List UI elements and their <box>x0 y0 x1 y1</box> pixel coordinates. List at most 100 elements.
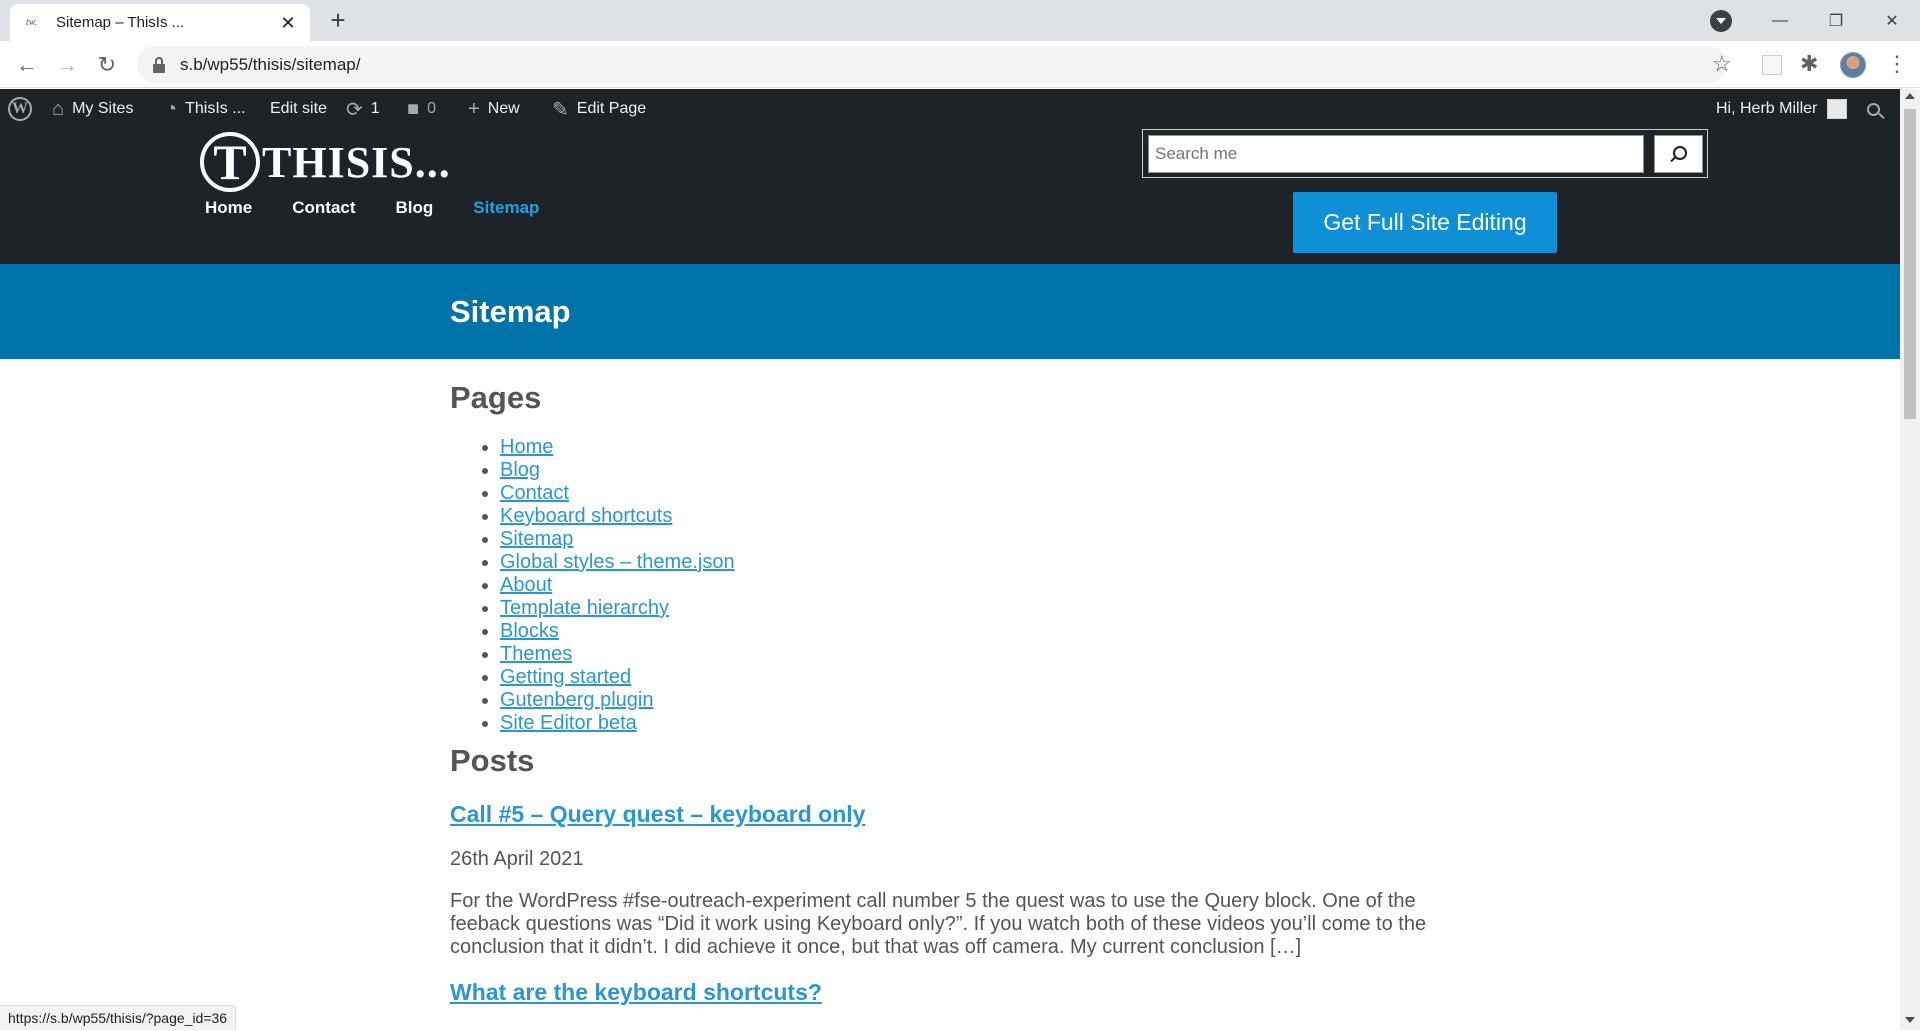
greeting-label: Hi, Herb Miller <box>1716 100 1818 117</box>
page-link[interactable]: Contact <box>500 482 569 504</box>
status-bar-url: https://s.b/wp55/thisis/?page_id=36 <box>0 1005 237 1030</box>
new-content-menu[interactable]: + New <box>468 89 520 129</box>
site-logo[interactable]: T THISIS... <box>200 132 451 192</box>
list-item: Themes <box>500 643 1430 666</box>
page-viewport: W ⌂ My Sites ◔ ThisIs ... Edit site ⟳ 1 … <box>0 89 1900 1030</box>
edit-page-label: Edit Page <box>576 100 647 117</box>
list-item: Blog <box>500 459 1430 482</box>
page-link[interactable]: Themes <box>500 643 572 665</box>
lock-icon[interactable] <box>152 56 166 73</box>
close-window-button[interactable]: ✕ <box>1864 0 1920 41</box>
page-link[interactable]: Site Editor beta <box>500 712 637 734</box>
tab-title: Sitemap – ThisIs ... <box>56 14 185 31</box>
plus-icon: + <box>468 97 480 120</box>
post-date: 26th April 2021 <box>450 848 584 870</box>
page-link[interactable]: Blog <box>500 459 540 481</box>
list-item: Template hierarchy <box>500 597 1430 620</box>
page-link[interactable]: Global styles – theme.json <box>500 551 735 573</box>
minimize-button[interactable]: — <box>1752 0 1808 41</box>
my-sites-icon: ⌂ <box>52 97 65 120</box>
browser-toolbar: ← → ↻ s.b/wp55/thisis/sitemap/ ☆ ✱ ⋮ <box>0 41 1920 88</box>
comments-icon: ■ <box>407 97 420 120</box>
list-item: Home <box>500 436 1430 459</box>
page-link[interactable]: Keyboard shortcuts <box>500 505 672 527</box>
logo-emblem: T <box>200 132 260 192</box>
my-sites-label: My Sites <box>72 100 134 117</box>
scroll-down-arrow-icon[interactable] <box>1905 1017 1915 1023</box>
nav-contact[interactable]: Contact <box>292 198 355 218</box>
page-link[interactable]: Template hierarchy <box>500 597 669 619</box>
browser-tab-strip: tw. Sitemap – ThisIs ... ✕ + — ❐ ✕ <box>0 0 1920 41</box>
list-item: About <box>500 574 1430 597</box>
search-icon <box>1672 146 1687 160</box>
post-title-link[interactable]: Call #5 – Query quest – keyboard only <box>450 801 1430 828</box>
site-name-menu[interactable]: ◔ ThisIs ... <box>165 89 246 129</box>
wordpress-logo-icon[interactable]: W <box>8 89 32 129</box>
site-name-label: ThisIs ... <box>185 100 246 117</box>
nav-blog[interactable]: Blog <box>396 198 434 218</box>
address-bar[interactable]: s.b/wp55/thisis/sitemap/ <box>137 46 1727 83</box>
page-link[interactable]: Sitemap <box>500 528 573 550</box>
search-button[interactable] <box>1654 135 1703 173</box>
nav-home[interactable]: Home <box>205 198 252 218</box>
admin-search-icon[interactable] <box>1867 89 1885 129</box>
dashboard-icon: ◔ <box>165 97 178 120</box>
edit-site-label: Edit site <box>270 100 327 117</box>
list-item: Blocks <box>500 620 1430 643</box>
search-input[interactable] <box>1148 135 1644 173</box>
puzzle-icon[interactable]: ✱ <box>1800 51 1818 77</box>
pencil-icon: ✎ <box>552 98 569 121</box>
avatar <box>1827 99 1848 119</box>
page-content: Pages Home Blog Contact Keyboard shortcu… <box>450 380 1430 1006</box>
page-link[interactable]: Home <box>500 436 553 458</box>
scrollbar-thumb[interactable] <box>1904 109 1916 419</box>
get-full-site-editing-button[interactable]: Get Full Site Editing <box>1293 192 1557 253</box>
updates-count: 1 <box>370 100 380 117</box>
updates-icon: ⟳ <box>346 98 363 121</box>
list-item: Sitemap <box>500 528 1430 551</box>
page-link[interactable]: Gutenberg plugin <box>500 689 653 711</box>
page-scrollbar[interactable] <box>1900 89 1920 1030</box>
scroll-up-arrow-icon[interactable] <box>1905 93 1915 99</box>
my-account-menu[interactable]: Hi, Herb Miller <box>1716 89 1848 129</box>
list-item: Gutenberg plugin <box>500 689 1430 712</box>
list-item: Contact <box>500 482 1430 505</box>
logo-text: THISIS... <box>262 137 451 187</box>
new-tab-button[interactable]: + <box>324 6 352 34</box>
back-icon[interactable]: ← <box>11 49 43 81</box>
posts-heading: Posts <box>450 743 535 778</box>
bookmark-star-icon[interactable]: ☆ <box>1712 53 1732 75</box>
post-title-link[interactable]: What are the keyboard shortcuts? <box>450 979 1430 1006</box>
pages-list: Home Blog Contact Keyboard shortcuts Sit… <box>500 436 1430 735</box>
my-sites-menu[interactable]: ⌂ My Sites <box>52 89 133 129</box>
page-title-band: Sitemap <box>0 264 1900 359</box>
profile-avatar[interactable] <box>1840 52 1866 78</box>
tab-search-icon[interactable] <box>1710 10 1732 32</box>
browser-tab[interactable]: tw. Sitemap – ThisIs ... ✕ <box>10 4 310 41</box>
post-excerpt: For the WordPress #fse-outreach-experime… <box>450 890 1427 958</box>
edit-site-link[interactable]: Edit site <box>270 89 327 129</box>
pages-heading: Pages <box>450 380 542 415</box>
page-link[interactable]: Getting started <box>500 666 631 688</box>
nav-sitemap[interactable]: Sitemap <box>473 198 539 218</box>
site-search <box>1142 129 1708 178</box>
extension-icon[interactable] <box>1762 55 1782 75</box>
list-item: Getting started <box>500 666 1430 689</box>
forward-icon[interactable]: → <box>51 49 83 81</box>
favicon-icon: tw. <box>26 16 38 28</box>
close-tab-icon[interactable]: ✕ <box>278 13 298 33</box>
list-item: Site Editor beta <box>500 712 1430 735</box>
new-label: New <box>487 100 520 117</box>
list-item: Keyboard shortcuts <box>500 505 1430 528</box>
browser-menu-icon[interactable]: ⋮ <box>1886 51 1908 77</box>
wp-admin-bar: W ⌂ My Sites ◔ ThisIs ... Edit site ⟳ 1 … <box>0 89 1900 129</box>
page-link[interactable]: Blocks <box>500 620 559 642</box>
url-text[interactable]: s.b/wp55/thisis/sitemap/ <box>180 55 360 75</box>
comments-menu[interactable]: ■ 0 <box>407 89 436 129</box>
restore-button[interactable]: ❐ <box>1808 0 1864 41</box>
edit-page-link[interactable]: ✎ Edit Page <box>552 89 646 129</box>
updates-menu[interactable]: ⟳ 1 <box>346 89 380 129</box>
site-header: T THISIS... Home Contact Blog Sitemap Ge… <box>0 129 1900 264</box>
page-link[interactable]: About <box>500 574 552 596</box>
reload-icon[interactable]: ↻ <box>91 49 123 81</box>
